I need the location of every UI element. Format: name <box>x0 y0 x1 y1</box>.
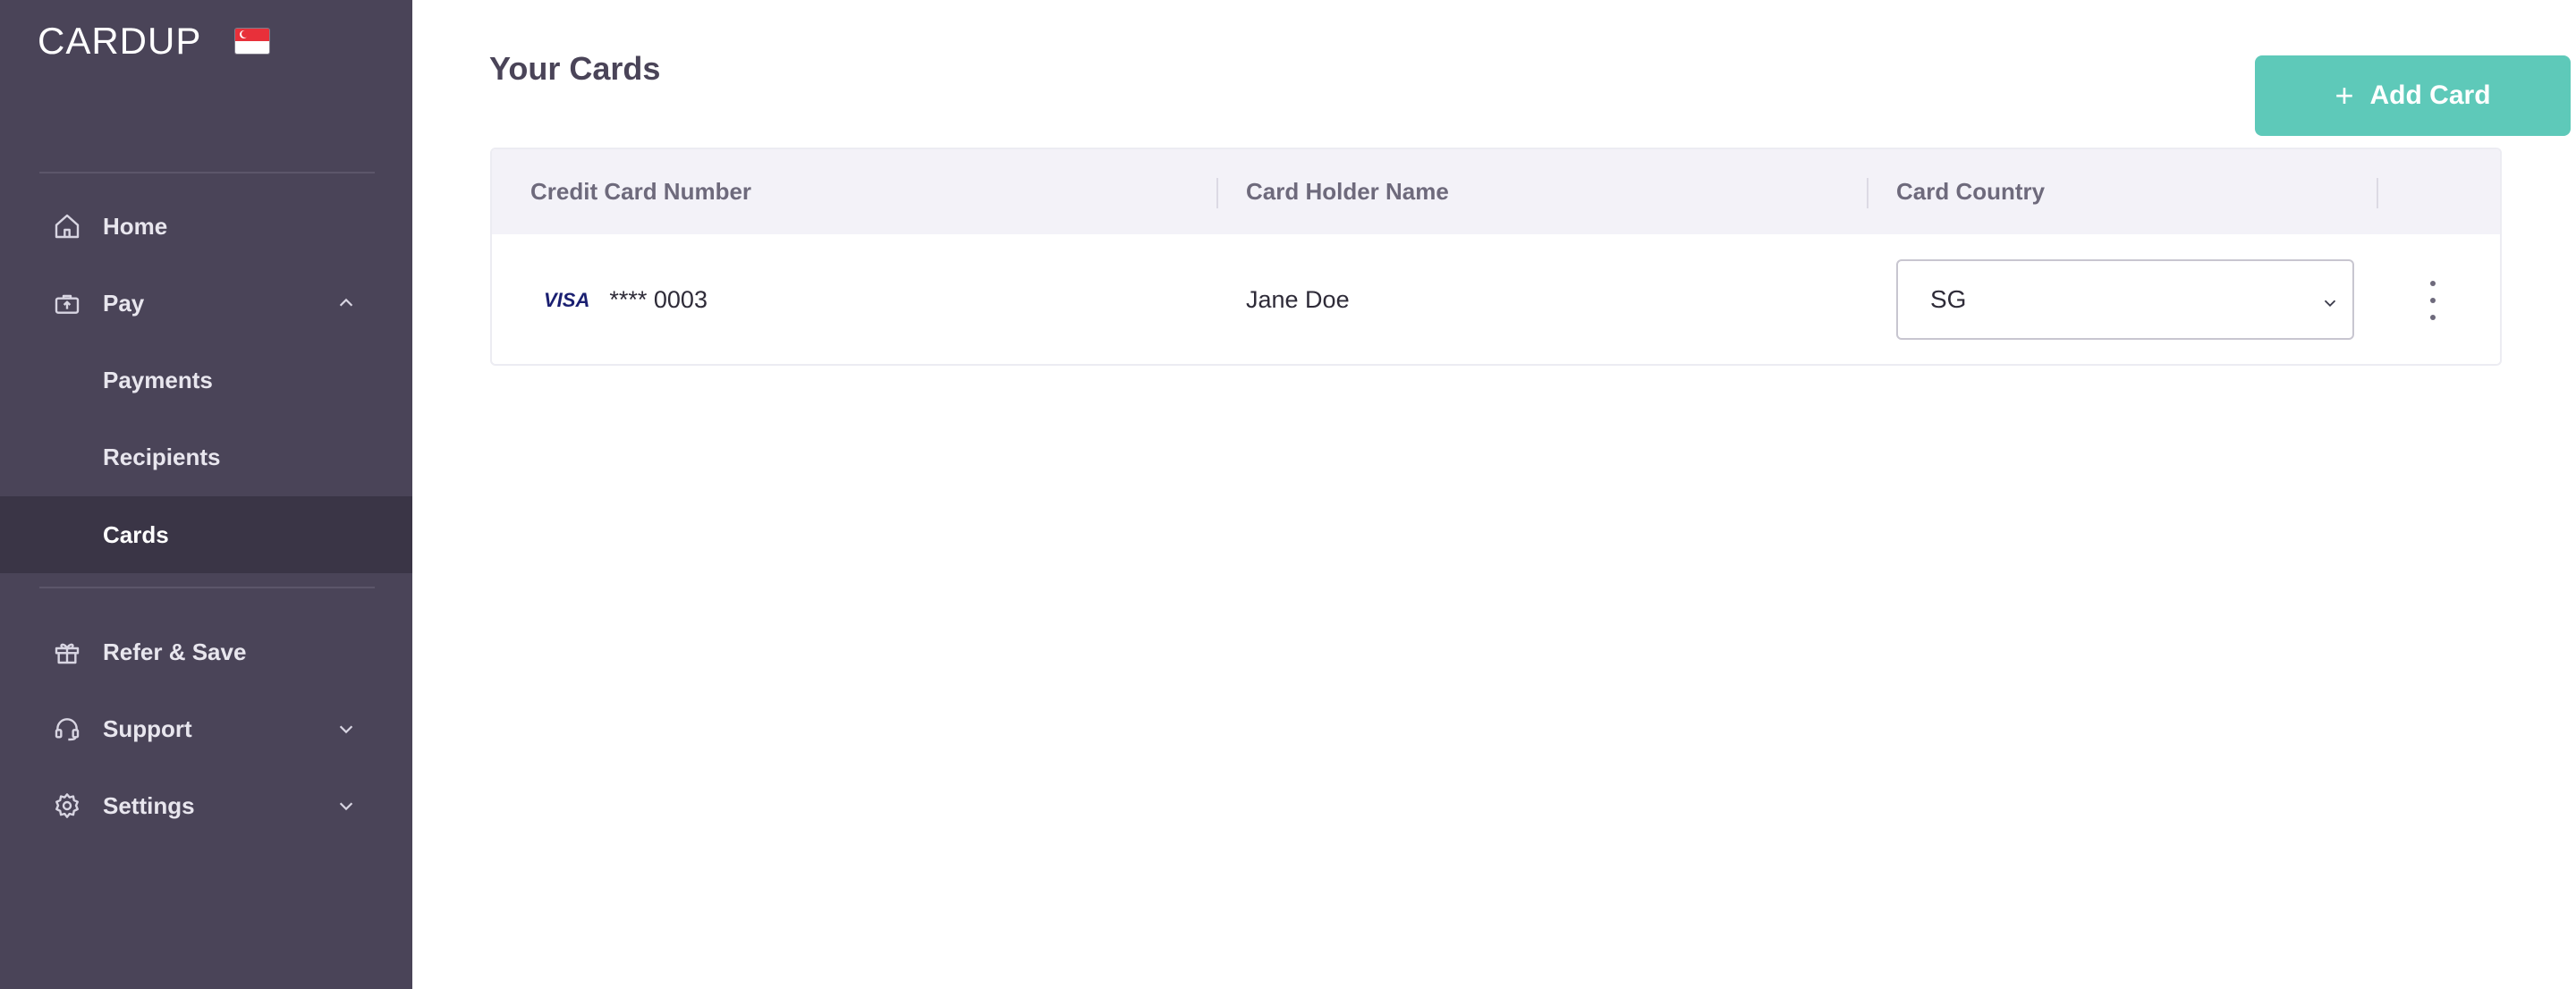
headset-icon <box>51 713 83 745</box>
card-number: **** 0003 <box>609 286 708 313</box>
add-card-label: Add Card <box>2369 80 2491 110</box>
sidebar-item-payments[interactable]: Payments <box>0 342 412 418</box>
chevron-down-icon[interactable] <box>335 718 357 740</box>
gear-icon <box>51 790 83 822</box>
gift-icon <box>51 636 83 668</box>
column-header-holder-name[interactable]: Card Holder Name <box>1246 149 1449 234</box>
sidebar-divider <box>39 587 375 588</box>
chevron-down-icon <box>2320 291 2340 310</box>
sidebar-item-support[interactable]: Support <box>0 690 412 767</box>
plus-icon: + <box>2334 77 2354 114</box>
cardup-logo[interactable]: CARDUP <box>38 20 201 63</box>
app-root: CARDUP Home Pay Payments Recipients Card… <box>0 0 2576 989</box>
sidebar-item-settings[interactable]: Settings <box>0 767 412 844</box>
chevron-up-icon[interactable] <box>335 292 357 314</box>
row-actions-kebab-icon[interactable] <box>2415 281 2451 320</box>
card-country-value: SG <box>1930 285 1967 313</box>
sidebar-item-pay[interactable]: Pay <box>0 265 412 342</box>
table-header: Credit Card Number Card Holder Name Card… <box>492 149 2500 234</box>
table-row: VISA **** 0003 Jane Doe SG <box>492 234 2500 364</box>
sidebar-item-recipients[interactable]: Recipients <box>0 418 412 495</box>
sidebar-item-label: Payments <box>103 366 213 393</box>
sidebar-item-label: Recipients <box>103 443 221 470</box>
sidebar: CARDUP Home Pay Payments Recipients Card… <box>0 0 412 989</box>
sidebar-item-cards[interactable]: Cards <box>0 496 412 573</box>
column-header-card-number[interactable]: Credit Card Number <box>530 149 751 234</box>
column-divider <box>1216 178 1218 208</box>
sidebar-item-label: Refer & Save <box>103 638 247 665</box>
column-divider <box>2377 178 2378 208</box>
brand: CARDUP <box>38 20 270 63</box>
sidebar-divider <box>39 172 375 173</box>
sidebar-item-refer-save[interactable]: Refer & Save <box>0 613 412 690</box>
card-number-cell: VISA **** 0003 <box>544 234 708 364</box>
main-content: Your Cards + Add Card Credit Card Number… <box>412 0 2576 989</box>
sidebar-item-label: Pay <box>103 289 145 317</box>
visa-icon: VISA <box>544 288 590 311</box>
sidebar-item-label: Cards <box>103 520 169 548</box>
card-country-select[interactable]: SG <box>1896 259 2354 340</box>
column-divider <box>1867 178 1868 208</box>
sidebar-item-label: Home <box>103 212 168 240</box>
chevron-down-icon[interactable] <box>335 795 357 816</box>
singapore-flag-icon[interactable] <box>235 29 270 54</box>
column-header-card-country[interactable]: Card Country <box>1896 149 2045 234</box>
home-icon <box>51 210 83 242</box>
cards-table: Credit Card Number Card Holder Name Card… <box>490 148 2502 366</box>
sidebar-item-label: Settings <box>103 791 195 819</box>
sidebar-item-home[interactable]: Home <box>0 188 412 265</box>
page-title: Your Cards <box>489 50 661 87</box>
holder-name-cell: Jane Doe <box>1246 286 1350 313</box>
add-card-button[interactable]: + Add Card <box>2255 55 2571 136</box>
sidebar-item-label: Support <box>103 714 192 742</box>
pay-icon <box>51 287 83 319</box>
